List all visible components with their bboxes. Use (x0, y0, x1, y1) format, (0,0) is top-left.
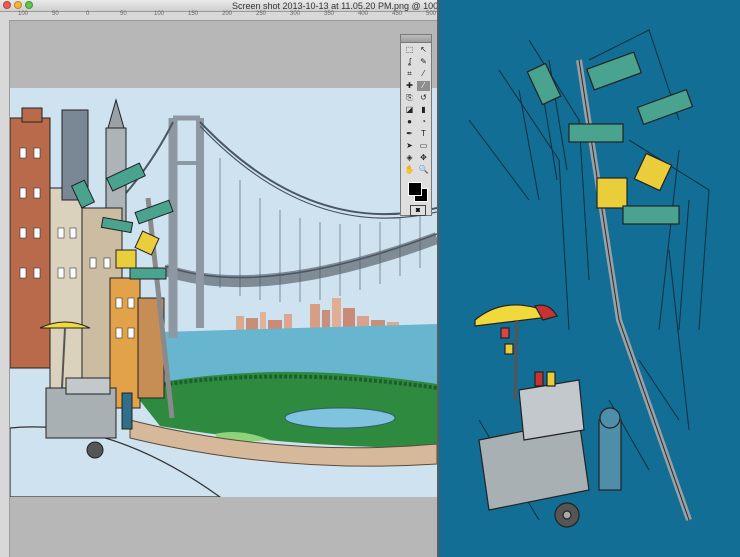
park-pond (284, 407, 396, 429)
shape-tool[interactable]: ▭ (417, 141, 430, 151)
3d-orbit-tool[interactable]: ✥ (417, 153, 430, 163)
window-titlebar[interactable]: Screen shot 2013-10-13 at 11.05.20 PM.pn… (0, 0, 437, 12)
ruler-tick-label: 400 (358, 11, 369, 17)
horizontal-ruler[interactable]: 100 50 0 50 100 150 200 250 300 350 400 450 500 (0, 11, 437, 21)
eyedropper-tool[interactable]: ⁄ (417, 69, 430, 79)
eraser-tool[interactable]: ◪ (403, 105, 416, 115)
crop-tool[interactable]: ⌗ (403, 69, 416, 79)
blur-tool[interactable]: ● (403, 117, 416, 127)
history-brush-tool[interactable]: ↺ (417, 93, 430, 103)
minimize-window-button[interactable] (14, 1, 22, 9)
city-bridge-illustration (10, 88, 437, 497)
ruler-tick-label: 350 (324, 11, 335, 17)
marquee-tool[interactable]: ⬚ (403, 45, 416, 55)
dodge-tool[interactable]: ◔ (417, 117, 430, 127)
move-tool[interactable]: ↖ (417, 45, 430, 55)
hand-tool[interactable]: ✋ (403, 165, 416, 175)
ruler-tick-label: 50 (52, 11, 59, 17)
zoom-window-button[interactable] (25, 1, 33, 9)
ruler-tick-label: 200 (222, 11, 233, 17)
ruler-tick-label: 150 (188, 11, 199, 17)
window-controls (3, 1, 33, 9)
blue-line-art-illustration (439, 0, 740, 557)
stamp-tool[interactable]: ⎘ (403, 93, 416, 103)
photoshop-document-window: Screen shot 2013-10-13 at 11.05.20 PM.pn… (0, 0, 437, 557)
ruler-tick-label: 500 (426, 11, 437, 17)
path-selection-tool[interactable]: ➤ (403, 141, 416, 151)
pen-tool[interactable]: ✒ (403, 129, 416, 139)
type-tool[interactable]: T (417, 129, 430, 139)
gradient-tool[interactable]: ▮ (417, 105, 430, 115)
healing-tool[interactable]: ✚ (403, 81, 416, 91)
ruler-tick-label: 100 (18, 11, 29, 17)
tools-panel-header[interactable] (401, 35, 431, 43)
vertical-ruler[interactable] (0, 20, 10, 557)
ruler-tick-label: 50 (120, 11, 127, 17)
brush-tool[interactable]: ⁄ (417, 81, 430, 91)
3d-rotate-tool[interactable]: ◈ (403, 153, 416, 163)
ruler-tick-label: 0 (86, 11, 90, 17)
tools-panel: ⬚ ↖ ʆ ✎ ⌗ ⁄ ✚ ⁄ ⎘ ↺ ◪ ▮ ● ◔ ✒ T ➤ ▭ ◈ ✥ ✋ 🔍 ◙ (400, 34, 432, 216)
close-window-button[interactable] (3, 1, 11, 9)
ruler-tick-label: 450 (392, 11, 403, 17)
foreground-color-swatch[interactable] (408, 182, 422, 196)
document-canvas[interactable] (10, 88, 437, 497)
lasso-tool[interactable]: ʆ (403, 57, 416, 67)
zoom-tool[interactable]: 🔍 (417, 165, 430, 175)
ruler-tick-label: 100 (154, 11, 165, 17)
second-document-window[interactable] (437, 0, 740, 557)
quick-selection-tool[interactable]: ✎ (417, 57, 430, 67)
quick-mask-button[interactable]: ◙ (410, 205, 426, 216)
ruler-tick-label: 300 (290, 11, 301, 17)
ruler-tick-label: 250 (256, 11, 267, 17)
